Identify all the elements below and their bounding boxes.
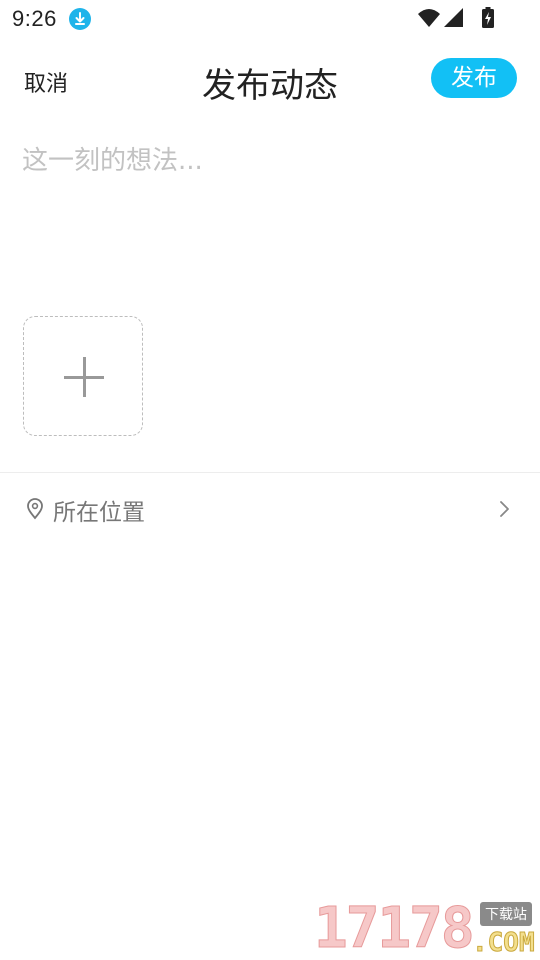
watermark-domain: .COM xyxy=(472,928,536,959)
battery-charging-icon xyxy=(482,7,494,28)
signal-icon xyxy=(444,8,463,27)
location-row[interactable]: 所在位置 xyxy=(0,480,540,538)
chevron-right-icon xyxy=(497,499,513,519)
location-pin-icon xyxy=(26,498,44,520)
location-label: 所在位置 xyxy=(53,500,145,526)
watermark-logo: 17178 下载站 .COM xyxy=(314,896,540,960)
add-image-button[interactable] xyxy=(23,316,143,436)
plus-icon xyxy=(62,355,106,399)
watermark-tag: 下载站 xyxy=(480,902,532,926)
status-bar: 9:26 xyxy=(0,0,540,38)
header: 取消 发布动态 发布 xyxy=(0,52,540,108)
download-icon xyxy=(69,8,91,30)
status-icons xyxy=(418,6,498,30)
watermark-number: 17178 xyxy=(314,896,476,960)
divider xyxy=(0,472,540,473)
thought-input[interactable] xyxy=(22,140,518,290)
status-time: 9:26 xyxy=(12,6,57,31)
publish-button[interactable]: 发布 xyxy=(431,58,517,98)
wifi-icon xyxy=(418,9,440,27)
